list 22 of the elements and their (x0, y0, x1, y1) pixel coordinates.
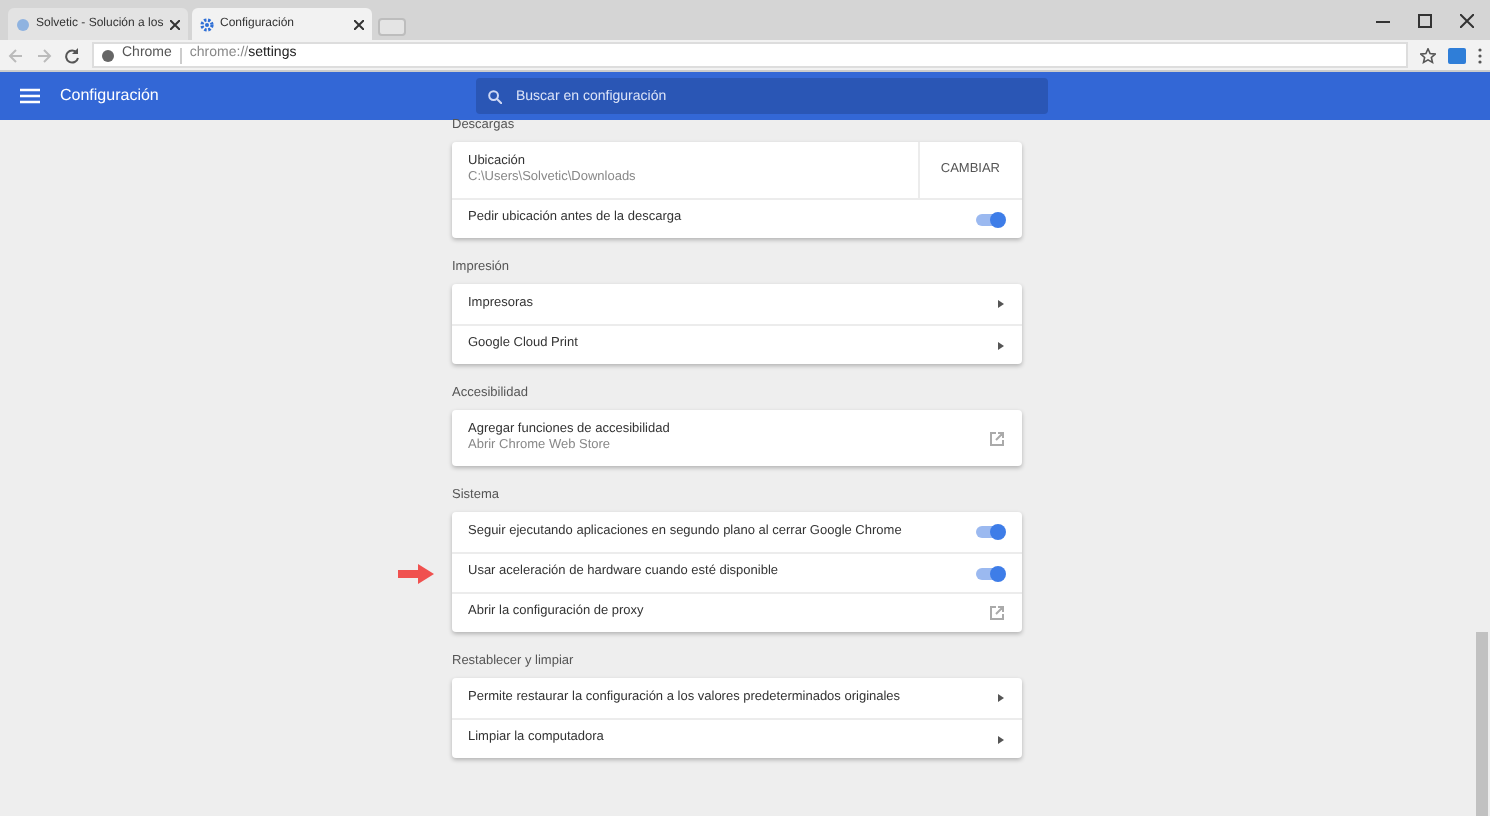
toggle-thumb[interactable] (990, 524, 1006, 540)
caret-right-icon[interactable] (998, 694, 1004, 702)
toggle-thumb[interactable] (990, 565, 1006, 581)
reload-icon[interactable] (64, 47, 80, 63)
star-icon[interactable] (1420, 47, 1436, 63)
gear-icon (200, 17, 214, 31)
caret-right-icon[interactable] (998, 300, 1004, 308)
tab-close-icon[interactable] (354, 19, 364, 29)
tab-close-icon[interactable] (170, 19, 180, 29)
toggle-thumb[interactable] (990, 211, 1006, 227)
site-favicon-icon (16, 17, 30, 31)
close-icon[interactable] (1460, 13, 1474, 27)
menu-icon[interactable] (20, 88, 40, 104)
scrollbar-thumb[interactable] (1476, 632, 1488, 816)
toggle-switch[interactable] (976, 526, 1004, 538)
search-icon (488, 89, 502, 103)
page-title: Configuración (60, 84, 161, 108)
caret-right-icon[interactable] (998, 735, 1004, 743)
maximize-icon[interactable] (1418, 13, 1432, 27)
toggle-switch[interactable] (976, 567, 1004, 579)
toggle-switch[interactable] (976, 213, 1004, 225)
caret-right-icon[interactable] (998, 341, 1004, 349)
